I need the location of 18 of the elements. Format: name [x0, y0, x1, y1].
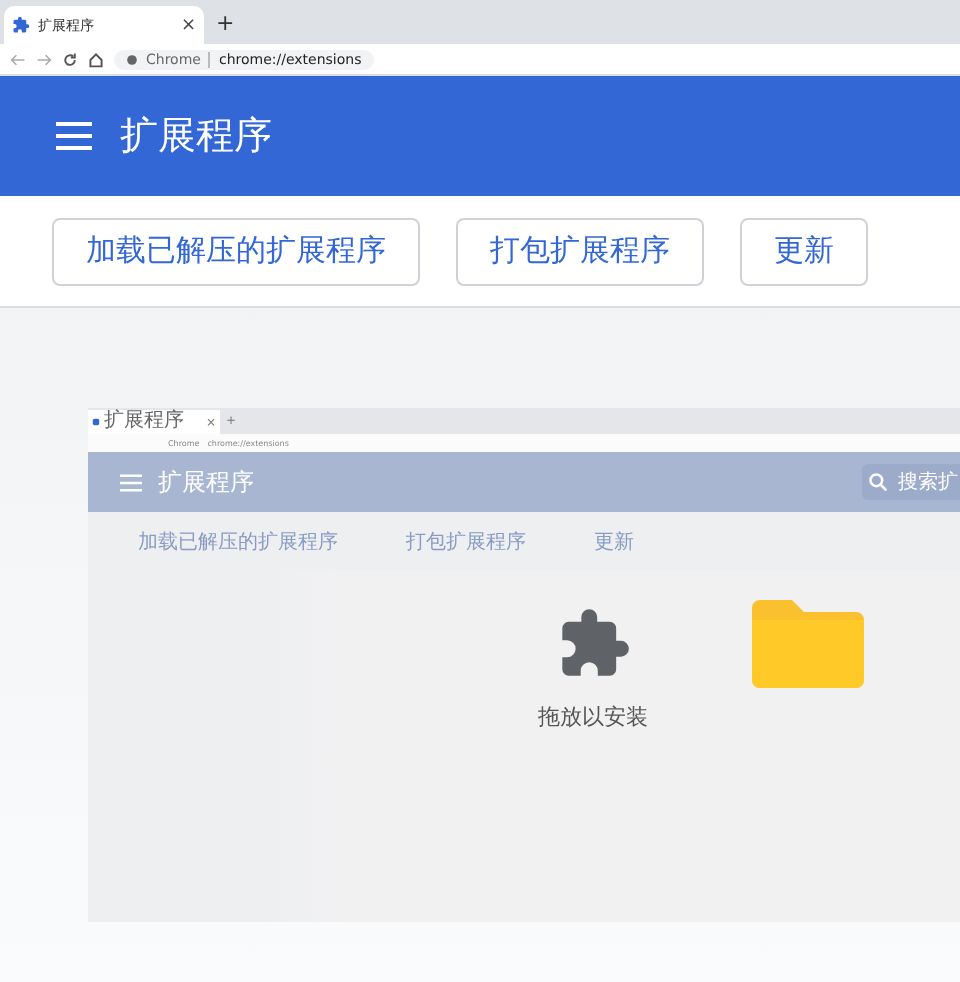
action-label: 加载已解压的扩展程序	[138, 529, 338, 555]
action-label: 打包扩展程序	[406, 529, 526, 555]
action-label: 更新	[594, 529, 634, 555]
menu-icon	[120, 473, 142, 491]
search-icon	[868, 472, 888, 492]
tab-title: 扩展程序	[104, 412, 186, 432]
folder-icon	[748, 596, 868, 692]
action-button[interactable]: 加载已解压的扩展程序	[52, 217, 420, 285]
new-tab-button[interactable]: +	[216, 9, 235, 35]
page-title: 扩展程序	[158, 465, 254, 499]
drop-label: 拖放以安装	[538, 702, 648, 732]
reload-icon[interactable]	[62, 51, 78, 67]
action-button[interactable]: 打包扩展程序	[456, 217, 704, 285]
menu-icon[interactable]	[56, 122, 92, 150]
page-title: 扩展程序	[120, 112, 272, 162]
action-button[interactable]: 更新	[740, 217, 868, 285]
close-tab-button[interactable]: ×	[180, 15, 196, 35]
home-icon[interactable]	[88, 51, 104, 67]
